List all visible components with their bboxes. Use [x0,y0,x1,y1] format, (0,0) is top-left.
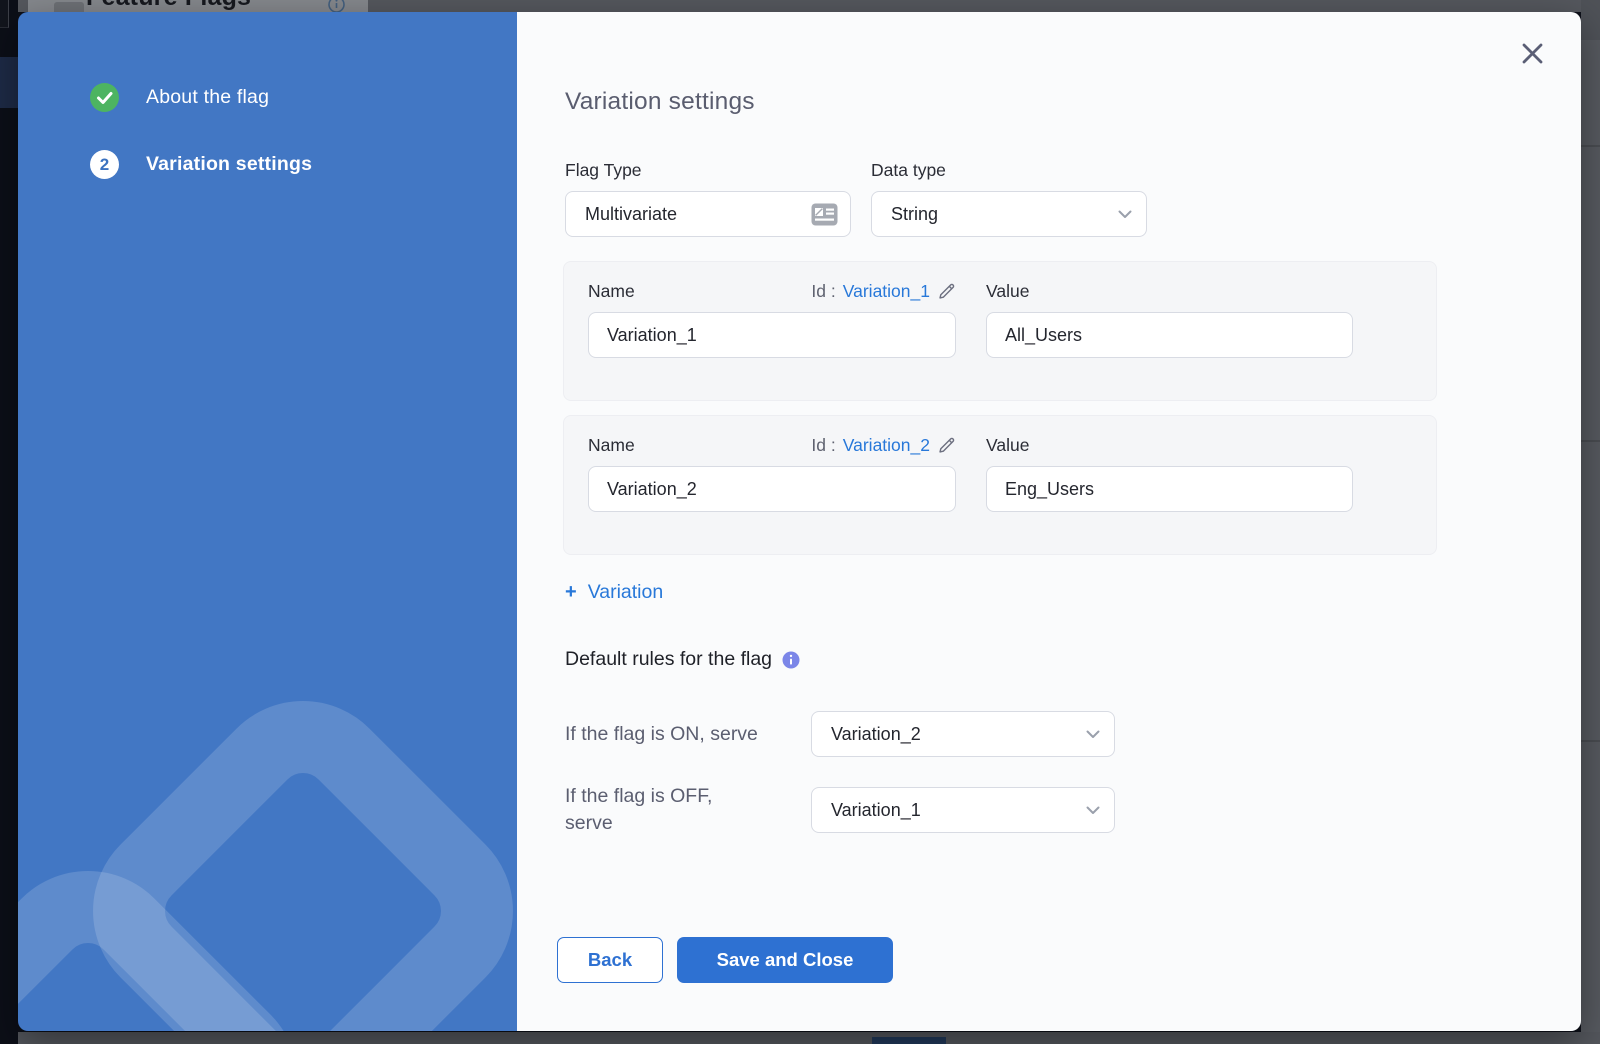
brand-watermark-icon [18,471,517,1031]
variation-settings-modal: About the flag 2 Variation settings Vari… [18,12,1581,1031]
backdrop-sidebar-logo-box [0,0,9,28]
data-type-field: Data type String [871,160,1147,237]
step-variation-settings[interactable]: 2 Variation settings [90,150,312,179]
flag-type-value: Multivariate [585,204,677,225]
edit-pencil-icon[interactable] [937,436,956,455]
edit-pencil-icon[interactable] [937,282,956,301]
chevron-down-icon [1118,210,1132,219]
step-about-the-flag[interactable]: About the flag [90,83,269,112]
data-type-value: String [891,204,938,225]
flag-on-serve-value: Variation_2 [831,724,921,745]
close-icon [1521,42,1544,65]
value-label: Value [986,435,1029,456]
plus-icon: + [565,581,577,604]
flag-off-serve-value: Variation_1 [831,800,921,821]
save-and-close-button[interactable]: Save and Close [677,937,893,983]
name-label: Name [588,281,635,302]
info-icon[interactable] [782,651,800,669]
backdrop-app-sidebar [0,0,18,1044]
step-label: Variation settings [146,153,312,176]
wizard-steps-sidebar: About the flag 2 Variation settings [18,12,517,1031]
id-prefix: Id : [811,435,835,456]
chevron-down-icon [1086,730,1100,739]
variation-card-2: Name Id : Variation_2 [563,415,1437,555]
variation-settings-panel: Variation settings Flag Type Multivariat… [517,12,1581,1031]
backdrop-right-strip [1581,0,1600,1032]
flag-off-label: If the flag is OFF, serve [565,783,811,837]
backdrop-top-strip: Feature Flags [18,0,1600,12]
backdrop-mini-box [54,2,84,12]
backdrop-page-title: Feature Flags [86,0,251,12]
add-variation-button[interactable]: + Variation [565,581,663,604]
data-type-label: Data type [871,160,1147,181]
multivariate-card-icon [811,203,838,226]
flag-type-label: Flag Type [565,160,851,181]
step-number-badge: 2 [90,150,119,179]
data-type-select[interactable]: String [871,191,1147,237]
variation-card-1: Name Id : Variation_1 [563,261,1437,401]
flag-on-serve-select[interactable]: Variation_2 [811,711,1115,757]
variation-value-input[interactable] [986,466,1353,512]
flag-on-label: If the flag is ON, serve [565,721,811,748]
close-button[interactable] [1519,40,1545,66]
backdrop-bottom-tab [872,1037,946,1044]
flag-off-rule-row: If the flag is OFF, serve Variation_1 [565,783,1581,837]
info-icon [328,0,345,12]
flag-off-serve-select[interactable]: Variation_1 [811,787,1115,833]
backdrop-sidebar-active-item [0,57,18,108]
variation-name-input[interactable] [588,312,956,358]
back-button[interactable]: Back [557,937,663,983]
default-rules-heading: Default rules for the flag [565,648,772,671]
backdrop-title-panel: Feature Flags [28,0,368,12]
chevron-down-icon [1086,806,1100,815]
flag-on-rule-row: If the flag is ON, serve Variation_2 [565,711,1581,757]
step-complete-check-icon [90,83,119,112]
id-prefix: Id : [811,281,835,302]
add-variation-label: Variation [588,581,664,604]
name-label: Name [588,435,635,456]
variation-id-link[interactable]: Variation_1 [843,281,930,302]
variation-name-input[interactable] [588,466,956,512]
flag-type-value-box: Multivariate [565,191,851,237]
backdrop-bottom-strip [18,1032,1600,1044]
step-label: About the flag [146,86,269,109]
value-label: Value [986,281,1029,302]
variation-value-input[interactable] [986,312,1353,358]
panel-title: Variation settings [565,88,1581,116]
flag-type-field: Flag Type Multivariate [565,160,851,237]
variation-id-link[interactable]: Variation_2 [843,435,930,456]
